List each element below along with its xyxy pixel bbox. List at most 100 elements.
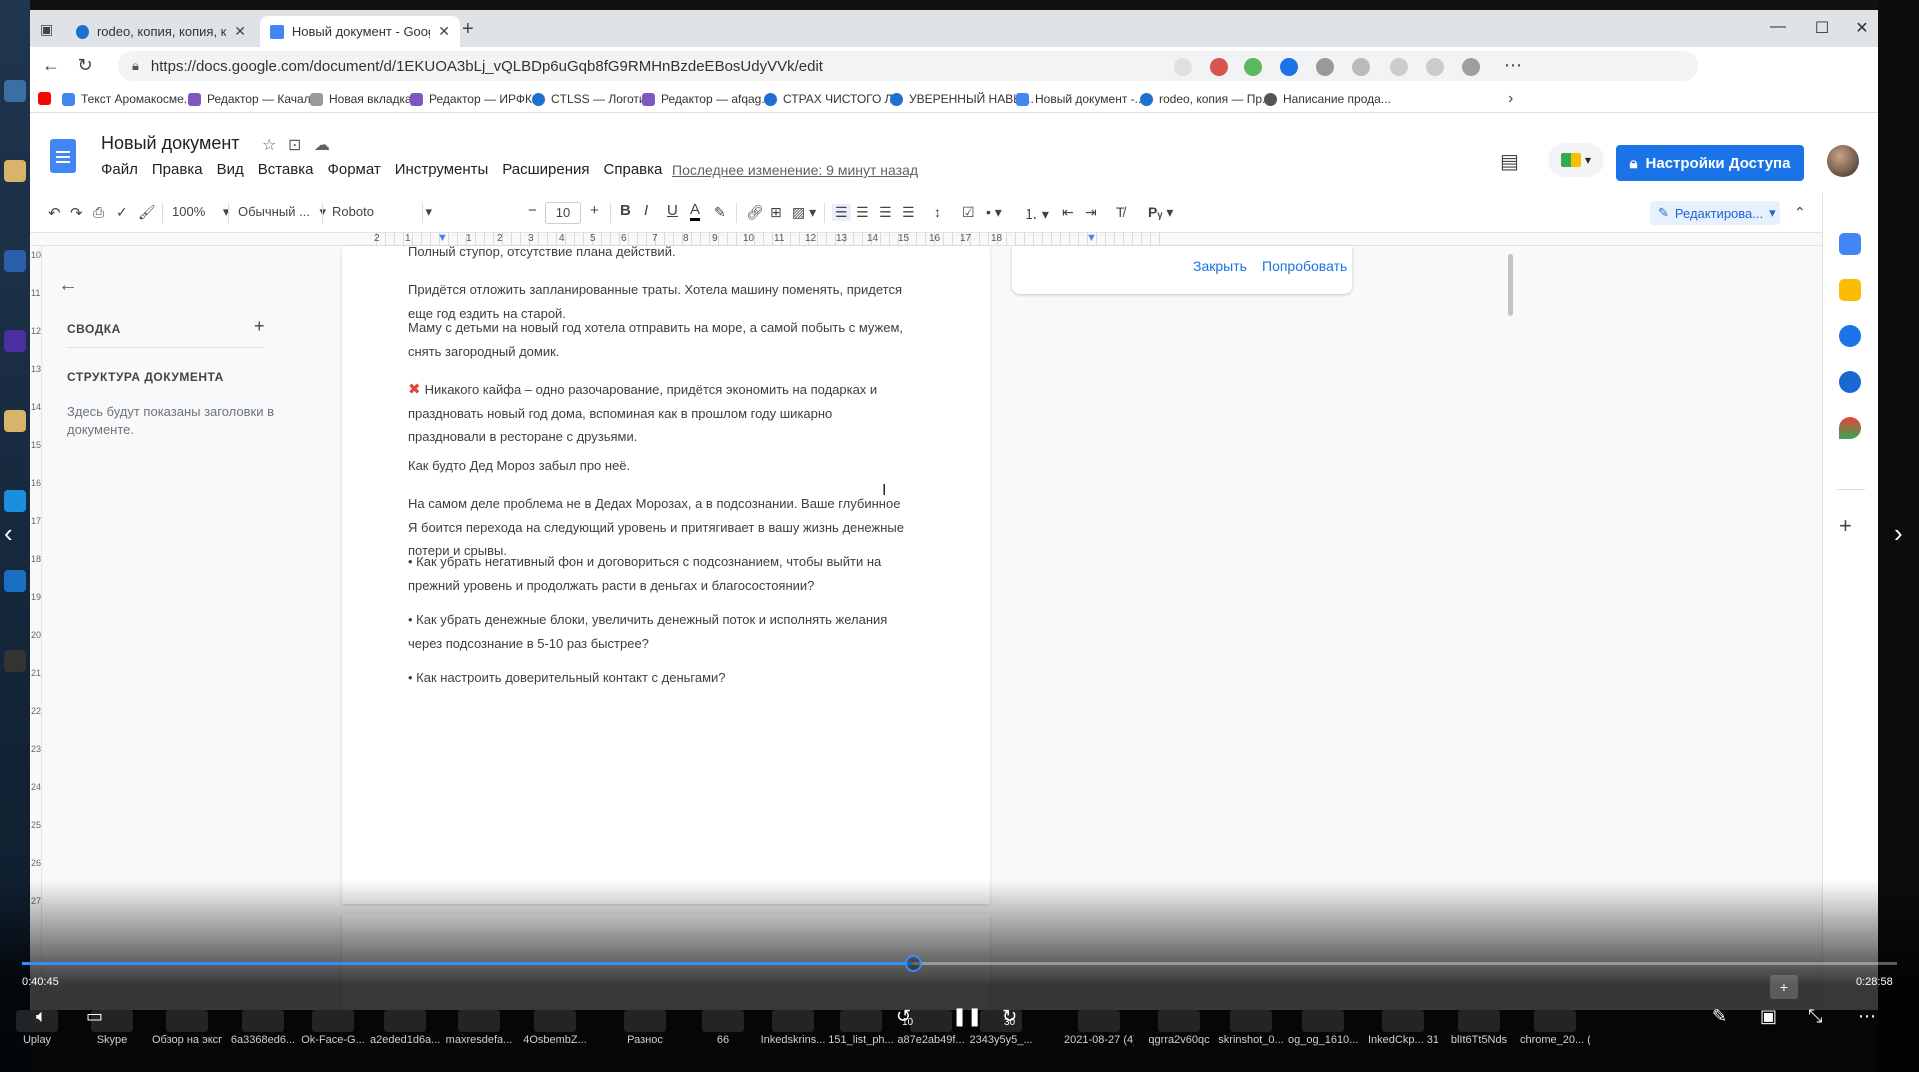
taskbar-item[interactable]: 66 [688,1034,758,1047]
meet-button[interactable]: ▾ [1548,143,1604,177]
star-icon[interactable]: ☆ [262,135,276,155]
close-window-icon[interactable]: ✕ [1842,18,1878,38]
extension-icon[interactable] [1280,58,1298,76]
menu-help[interactable]: Справка [604,161,663,178]
numbered-list-icon[interactable]: ⒈ ▾ [1024,204,1049,224]
taskbar-app-icon[interactable] [1078,1010,1120,1032]
bulleted-list-icon[interactable]: • ▾ [986,204,1002,221]
font-size-input[interactable]: 10 [545,202,581,224]
menu-insert[interactable]: Вставка [258,161,314,178]
print-icon[interactable]: ⎙ [93,204,104,221]
align-right-icon[interactable]: ☰ [879,204,892,221]
profile-icon[interactable] [1462,58,1480,76]
menu-extensions[interactable]: Расширения [502,161,589,178]
bookmark-item[interactable]: Новый документ -... [1016,92,1145,106]
next-icon[interactable]: › [1894,518,1903,549]
taskbar-app-icon[interactable] [772,1010,814,1032]
paragraph[interactable]: Маму с детьми на новый год хотела отправ… [408,316,908,363]
taskbar-app-icon[interactable] [534,1010,576,1032]
taskbar-app-icon[interactable] [166,1010,208,1032]
comment-history-icon[interactable]: ▤ [1500,149,1519,174]
highlight-icon[interactable]: ✎ [714,204,726,221]
spellcheck-icon[interactable]: ✓ [116,204,128,221]
font-select[interactable]: Roboto ▾ [332,204,432,220]
cloud-status-icon[interactable]: ☁︎ [314,135,330,155]
bookmark-item[interactable]: СТРАХ ЧИСТОГО Л... [764,92,903,106]
menu-tools[interactable]: Инструменты [395,161,489,178]
taskbar-app-icon[interactable] [384,1010,426,1032]
underline-button[interactable]: U [667,202,678,219]
taskbar-app-icon[interactable] [242,1010,284,1032]
taskbar-item[interactable]: Inkedskrins... [758,1034,828,1047]
paragraph[interactable]: Полный ступор, отсутствие плана действий… [408,240,908,264]
more-menu-icon[interactable]: ⋯ [1504,55,1522,76]
url-field[interactable]: 🔒︎ https://docs.google.com/document/d/1E… [118,51,1698,81]
horizontal-ruler[interactable]: 2 1 1 2 3 4 5 6 7 8 9 10 11 12 13 14 15 … [30,232,1878,246]
editing-mode-select[interactable]: ✎ Редактирова... ▾ [1650,201,1780,225]
add-summary-button[interactable]: + [254,316,265,337]
justify-icon[interactable]: ☰ [902,204,915,221]
taskbar-app-icon[interactable] [1458,1010,1500,1032]
decrease-indent-icon[interactable]: ⇤ [1062,204,1074,221]
right-indent-marker[interactable]: ▼ [1086,232,1097,244]
puzzle-icon[interactable] [1352,58,1370,76]
desktop-app-icon[interactable] [4,490,26,512]
bookmark-item[interactable]: Редактор — afqag... [642,92,771,106]
taskbar-app-icon[interactable] [1382,1010,1424,1032]
new-tab-button[interactable]: + [462,18,474,41]
taskbar-app-icon[interactable] [1302,1010,1344,1032]
taskbar-app-icon[interactable] [312,1010,354,1032]
zoom-select[interactable]: 100% ▾ [172,204,229,220]
desktop-app-icon[interactable] [4,250,26,272]
download-ext-icon[interactable] [1244,58,1262,76]
reload-icon[interactable]: ↻ [72,55,98,76]
seek-handle[interactable] [904,955,922,972]
camera-icon[interactable] [1316,58,1334,76]
doc-title[interactable]: Новый документ [101,133,240,154]
taskbar-item[interactable]: chrome_20... (1) [1520,1034,1590,1047]
tab-new-document[interactable]: Новый документ - Google Доку ✕ [260,16,460,47]
taskbar-item[interactable]: a87e2ab49f... [896,1034,966,1047]
bookmark-item[interactable]: УВЕРЕННЫЙ НАВЫ... [890,92,1034,106]
taskbar-app-icon[interactable] [91,1010,133,1032]
clear-format-icon[interactable]: T̸ [1116,204,1125,220]
document-page[interactable]: Полный ступор, отсутствие плана действий… [342,244,990,904]
taskbar-item[interactable]: Skype [77,1034,147,1047]
menu-view[interactable]: Вид [217,161,244,178]
collapse-menu-icon[interactable]: ⌃ [1794,204,1806,221]
desktop-app-icon[interactable] [4,80,26,102]
back-arrow-icon[interactable]: ← [58,274,78,297]
link-icon[interactable]: 🔗︎ [746,204,764,221]
undo-icon[interactable]: ↶ [48,204,61,222]
taskbar-app-icon[interactable] [1158,1010,1200,1032]
maximize-icon[interactable]: ☐ [1802,18,1842,38]
taskbar-app-icon[interactable] [16,1010,58,1032]
taskbar-item[interactable]: InkedCkp... 31-10-202... [1368,1034,1438,1047]
bookmark-item[interactable]: rodeo, копия — Пр... [1140,92,1272,106]
list-item[interactable]: • Как убрать денежные блоки, увеличить д… [408,608,908,655]
youtube-bookmark[interactable] [38,92,51,105]
taskbar-item[interactable]: a2eded1d6a... [370,1034,440,1047]
add-comment-icon[interactable]: ⊞ [770,204,782,221]
minimize-icon[interactable]: — [1758,18,1798,36]
chevron-right-icon[interactable]: › [1508,90,1513,108]
desktop-folder-icon[interactable] [4,410,26,432]
desktop-app-icon[interactable] [4,330,26,352]
taskbar-app-icon[interactable] [840,1010,882,1032]
last-edit-link[interactable]: Последнее изменение: 9 минут назад [672,162,918,178]
list-item[interactable]: • Как настроить доверительный контакт с … [408,666,908,690]
taskbar-item[interactable]: 4OsbembZ... [520,1034,590,1047]
bookmark-item[interactable]: Текст Аромакосме... [62,92,194,106]
docs-logo-icon[interactable] [50,139,76,173]
previous-icon[interactable]: ‹ [4,518,13,549]
decrease-font-button[interactable]: − [528,202,537,219]
taskbar-item[interactable]: skrinshot_0... [1216,1034,1286,1047]
taskbar-item[interactable]: Ok-Face-G... [298,1034,368,1047]
desktop-folder-icon[interactable] [4,160,26,182]
bookmark-item[interactable]: Написание прода... [1264,92,1391,106]
add-addon-icon[interactable]: + [1839,513,1852,539]
desktop-edge-icon[interactable] [4,570,26,592]
taskbar-item[interactable]: 2021-08-27 (4)_LI [1064,1034,1134,1047]
taskbar-app-icon[interactable] [702,1010,744,1032]
align-center-icon[interactable]: ☰ [856,204,869,221]
